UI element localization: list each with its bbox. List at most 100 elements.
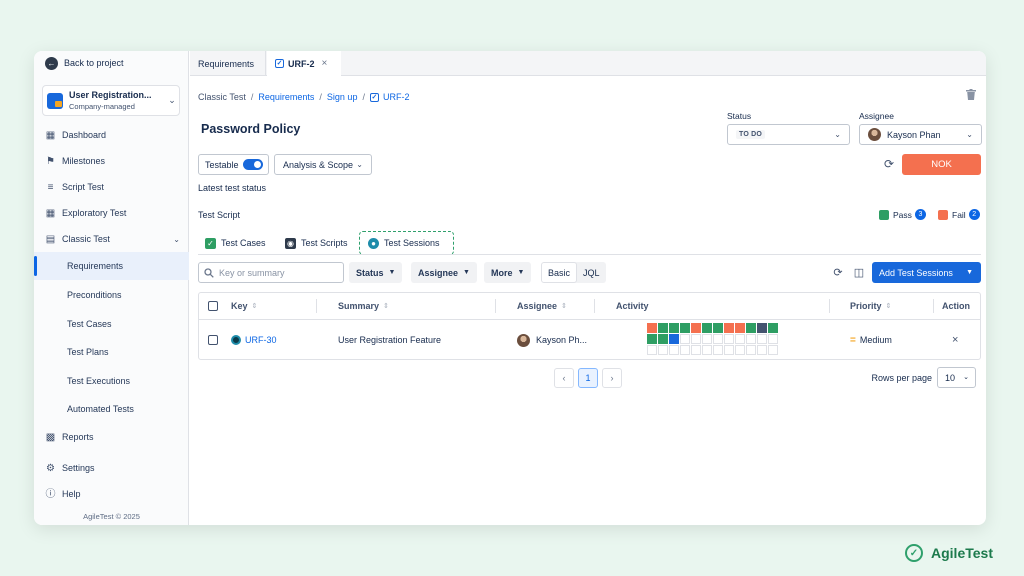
project-name: User Registration...	[69, 89, 152, 100]
chevron-down-icon: ▼	[463, 269, 470, 276]
activity-cell-pass	[702, 323, 712, 333]
pagination: ‹ 1 ›	[554, 368, 626, 388]
sidebar-subitem-label: Preconditions	[67, 290, 122, 300]
sidebar-subitem-test-cases[interactable]: Test Cases	[34, 310, 189, 338]
activity-cell-empty	[691, 334, 701, 344]
next-page-button[interactable]: ›	[602, 368, 622, 388]
tab-test-scripts[interactable]: ◉ Test Scripts	[285, 231, 348, 255]
breadcrumb-link[interactable]: URF-2	[383, 92, 410, 102]
remove-row-button[interactable]: ×	[952, 320, 958, 360]
sidebar-item-exploratory-test[interactable]: ▦ Exploratory Test	[34, 202, 189, 224]
basic-mode-button[interactable]: Basic	[541, 262, 578, 283]
activity-cell-empty	[702, 345, 712, 355]
sidebar-item-label: Milestones	[62, 156, 106, 166]
column-header-summary[interactable]: Summary ⇕	[338, 293, 389, 319]
rows-per-page-select[interactable]: 10 ⌄	[937, 367, 976, 388]
filter-label: Assignee	[418, 267, 459, 278]
prev-page-button[interactable]: ‹	[554, 368, 574, 388]
table-row-key[interactable]: URF-30	[231, 320, 277, 360]
more-filter-button[interactable]: More ▼	[484, 262, 532, 283]
activity-cell-empty	[735, 334, 745, 344]
tab-test-sessions[interactable]: ● Test Sessions	[359, 231, 454, 255]
add-test-sessions-button[interactable]: Add Test Sessions ▼	[872, 262, 981, 283]
breadcrumb-link[interactable]: Sign up	[327, 92, 358, 102]
select-all-checkbox[interactable]	[208, 301, 218, 311]
sidebar-item-settings[interactable]: ⚙ Settings	[34, 457, 189, 479]
fail-swatch	[938, 209, 948, 220]
activity-cell-empty	[702, 334, 712, 344]
tab-urf-2[interactable]: ✓ URF-2 ×	[267, 51, 341, 77]
sort-icon: ⇕	[383, 303, 389, 310]
search-input[interactable]: Key or summary	[198, 262, 344, 283]
column-header-key[interactable]: Key ⇕	[231, 293, 257, 319]
column-header-priority[interactable]: Priority ⇕	[850, 293, 891, 319]
sidebar-item-script-test[interactable]: ≡ Script Test	[34, 176, 189, 198]
rows-per-page-value: 10	[945, 372, 956, 383]
column-divider	[829, 299, 830, 313]
chevron-down-icon: ▼	[388, 269, 396, 276]
status-dropdown[interactable]: TO DO ⌄	[727, 124, 850, 145]
search-placeholder: Key or summary	[219, 267, 285, 278]
sidebar-item-milestones[interactable]: ⚑ Milestones	[34, 150, 189, 172]
activity-cell-empty	[647, 345, 657, 355]
activity-cell-empty	[746, 334, 756, 344]
column-header-assignee[interactable]: Assignee ⇕	[517, 293, 567, 319]
testable-toggle[interactable]: Testable	[198, 154, 269, 175]
sidebar-subitem-preconditions[interactable]: Preconditions	[34, 281, 189, 309]
tab-test-cases[interactable]: ✓ Test Cases	[205, 231, 266, 255]
chevron-down-icon: ⌄	[173, 234, 180, 244]
sidebar-item-dashboard[interactable]: ▦ Dashboard	[34, 124, 189, 146]
issue-key-link[interactable]: URF-30	[245, 335, 277, 345]
refresh-icon[interactable]: ⟳	[884, 157, 894, 171]
status-filter-button[interactable]: Status ▼	[349, 262, 403, 283]
sidebar-subitem-label: Requirements	[67, 261, 124, 271]
assignee-dropdown[interactable]: Kayson Phan ⌄	[859, 124, 982, 145]
activity-cell-empty	[757, 345, 767, 355]
sidebar-subitem-automated-tests[interactable]: Automated Tests	[34, 395, 189, 423]
sidebar-item-reports[interactable]: ▩ Reports	[34, 426, 189, 448]
trash-icon[interactable]	[966, 89, 976, 100]
script-icon: ≡	[47, 181, 54, 193]
activity-cell-empty	[757, 334, 767, 344]
check-circle-icon: ✓	[905, 544, 923, 562]
jql-mode-button[interactable]: JQL	[577, 262, 606, 283]
checkbox-icon: ✓	[369, 92, 379, 102]
row-checkbox[interactable]	[208, 335, 218, 345]
sort-icon: ⇕	[885, 303, 892, 310]
assignee-filter-button[interactable]: Assignee ▼	[411, 262, 477, 283]
analysis-scope-dropdown[interactable]: Analysis & Scope ⌄	[274, 154, 372, 175]
breadcrumb-link[interactable]: Requirements	[258, 92, 314, 102]
chevron-down-icon: ⌄	[834, 130, 841, 139]
nok-status-button[interactable]: NOK	[902, 154, 981, 175]
analysis-label: Analysis & Scope	[283, 159, 354, 170]
tab-requirements[interactable]: Requirements	[190, 51, 266, 76]
chevron-down-icon: ▼	[517, 269, 525, 276]
main-panel: Requirements ✓ URF-2 × Classic Test / Re…	[190, 51, 986, 525]
back-to-project-link[interactable]: ← Back to project	[34, 51, 189, 75]
back-label: Back to project	[64, 58, 124, 68]
legend-pass: Pass 3	[879, 209, 926, 220]
test-script-icon: ◉	[285, 237, 296, 249]
flag-icon: ⚑	[46, 155, 55, 167]
sidebar-item-classic-test[interactable]: ▤ Classic Test ⌄	[34, 228, 189, 250]
avatar	[517, 333, 530, 347]
table-row-summary[interactable]: User Registration Feature	[338, 320, 441, 360]
count-badge: 2	[968, 209, 980, 220]
sidebar-subitem-label: Automated Tests	[67, 404, 134, 414]
sidebar-item-help[interactable]: ⓘ Help	[34, 483, 189, 505]
close-icon[interactable]: ×	[322, 58, 328, 69]
project-selector[interactable]: User Registration... Company-managed ⌄	[42, 85, 180, 116]
activity-cell-fail	[691, 323, 701, 333]
pass-swatch	[879, 209, 889, 220]
refresh-icon[interactable]: ⟳	[831, 264, 845, 280]
sidebar-subitem-test-executions[interactable]: Test Executions	[34, 367, 189, 395]
sidebar-subitem-test-plans[interactable]: Test Plans	[34, 338, 189, 366]
column-label: Key	[231, 301, 248, 311]
sidebar-subitem-requirements[interactable]: Requirements	[34, 252, 189, 280]
count-badge: 3	[914, 209, 926, 220]
page-button-current[interactable]: 1	[578, 368, 598, 388]
sidebar: ← Back to project User Registration... C…	[34, 51, 189, 525]
table-row-assignee: Kayson Ph...	[517, 320, 587, 360]
toggle-switch[interactable]	[243, 159, 263, 170]
columns-icon[interactable]: ◫	[852, 264, 866, 280]
